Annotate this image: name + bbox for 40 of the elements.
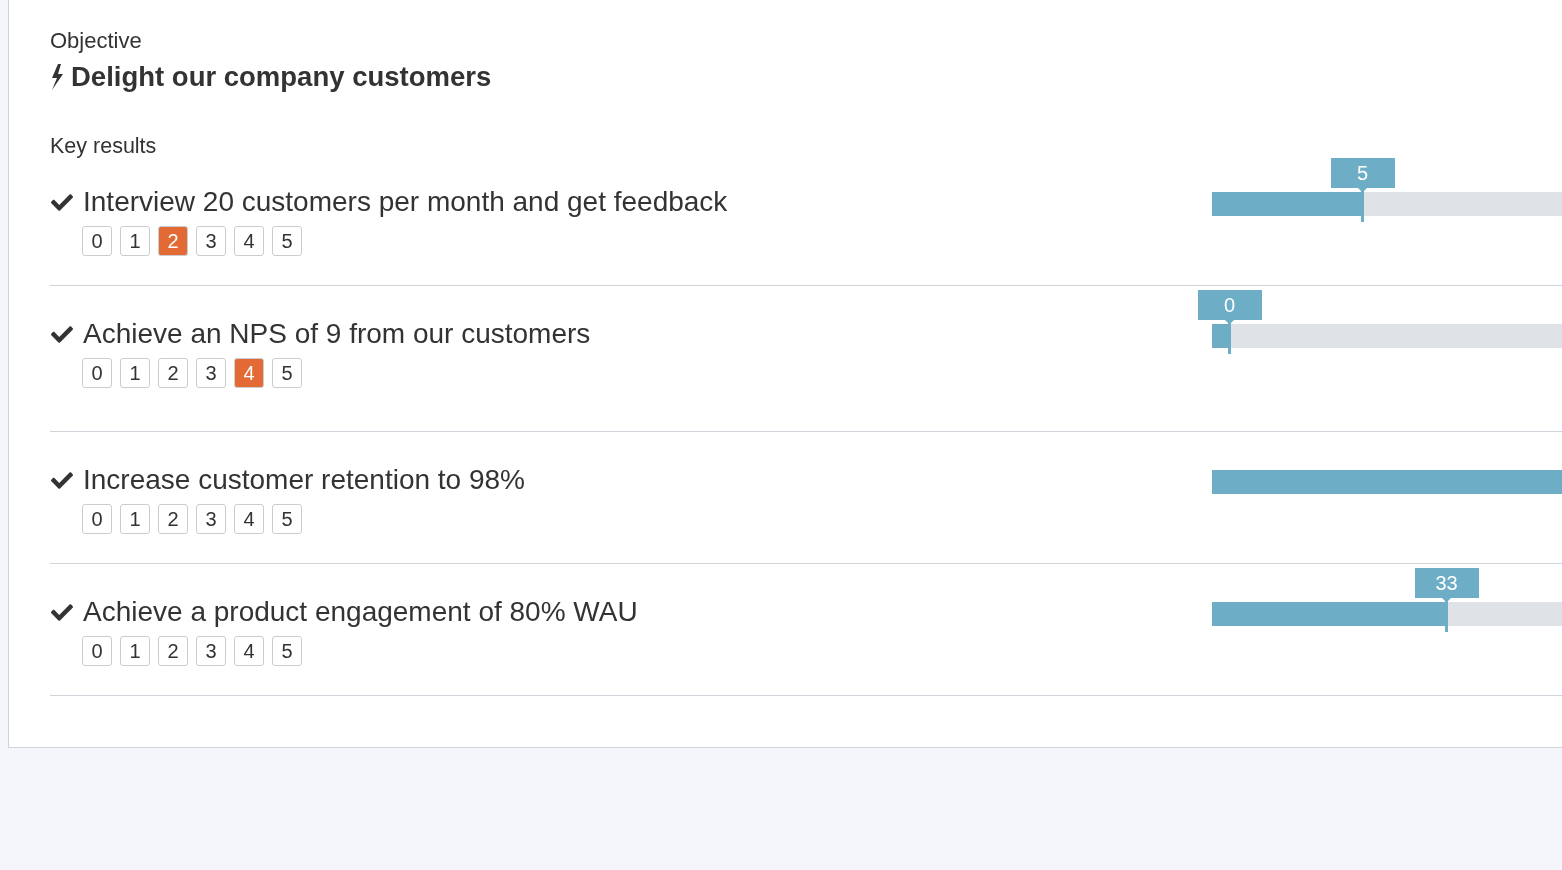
- check-icon: [51, 193, 73, 211]
- score-button[interactable]: 5: [272, 226, 302, 256]
- score-button[interactable]: 5: [272, 636, 302, 666]
- score-button[interactable]: 3: [196, 358, 226, 388]
- score-button[interactable]: 4: [234, 504, 264, 534]
- score-button[interactable]: 1: [120, 358, 150, 388]
- check-icon: [51, 325, 73, 343]
- marker-icon: [1224, 320, 1234, 354]
- score-button[interactable]: 4: [234, 636, 264, 666]
- score-button[interactable]: 2: [158, 358, 188, 388]
- score-button[interactable]: 1: [120, 636, 150, 666]
- marker-icon: [1441, 598, 1451, 632]
- check-icon: [51, 603, 73, 621]
- key-result-title: Achieve a product engagement of 80% WAU: [83, 596, 638, 628]
- score-button[interactable]: 1: [120, 226, 150, 256]
- score-button[interactable]: 0: [82, 504, 112, 534]
- marker-icon: [1357, 188, 1367, 222]
- key-result-title: Achieve an NPS of 9 from our customers: [83, 318, 591, 350]
- score-button[interactable]: 3: [196, 504, 226, 534]
- score-button[interactable]: 3: [196, 636, 226, 666]
- score-button[interactable]: 4: [234, 226, 264, 256]
- key-result-title: Interview 20 customers per month and get feedback: [83, 186, 728, 218]
- objective-label: Objective: [50, 27, 143, 54]
- key-result-title: Increase customer retention to 98%: [83, 464, 525, 496]
- score-button[interactable]: 5: [272, 358, 302, 388]
- score-button[interactable]: 5: [272, 504, 302, 534]
- score-button[interactable]: 2: [158, 636, 188, 666]
- score-button[interactable]: 0: [82, 226, 112, 256]
- score-button[interactable]: 0: [82, 358, 112, 388]
- score-button[interactable]: 2: [158, 504, 188, 534]
- value-tooltip: 5: [1330, 158, 1395, 188]
- score-button[interactable]: 0: [82, 636, 112, 666]
- score-button[interactable]: 3: [196, 226, 226, 256]
- value-tooltip: 33: [1414, 568, 1479, 598]
- value-tooltip: 0: [1197, 290, 1262, 320]
- score-button[interactable]: 1: [120, 504, 150, 534]
- bolt-icon: [50, 63, 64, 90]
- objective-title: Delight our company customers: [71, 60, 492, 93]
- section-label: Key results: [50, 133, 158, 160]
- check-icon: [51, 471, 73, 489]
